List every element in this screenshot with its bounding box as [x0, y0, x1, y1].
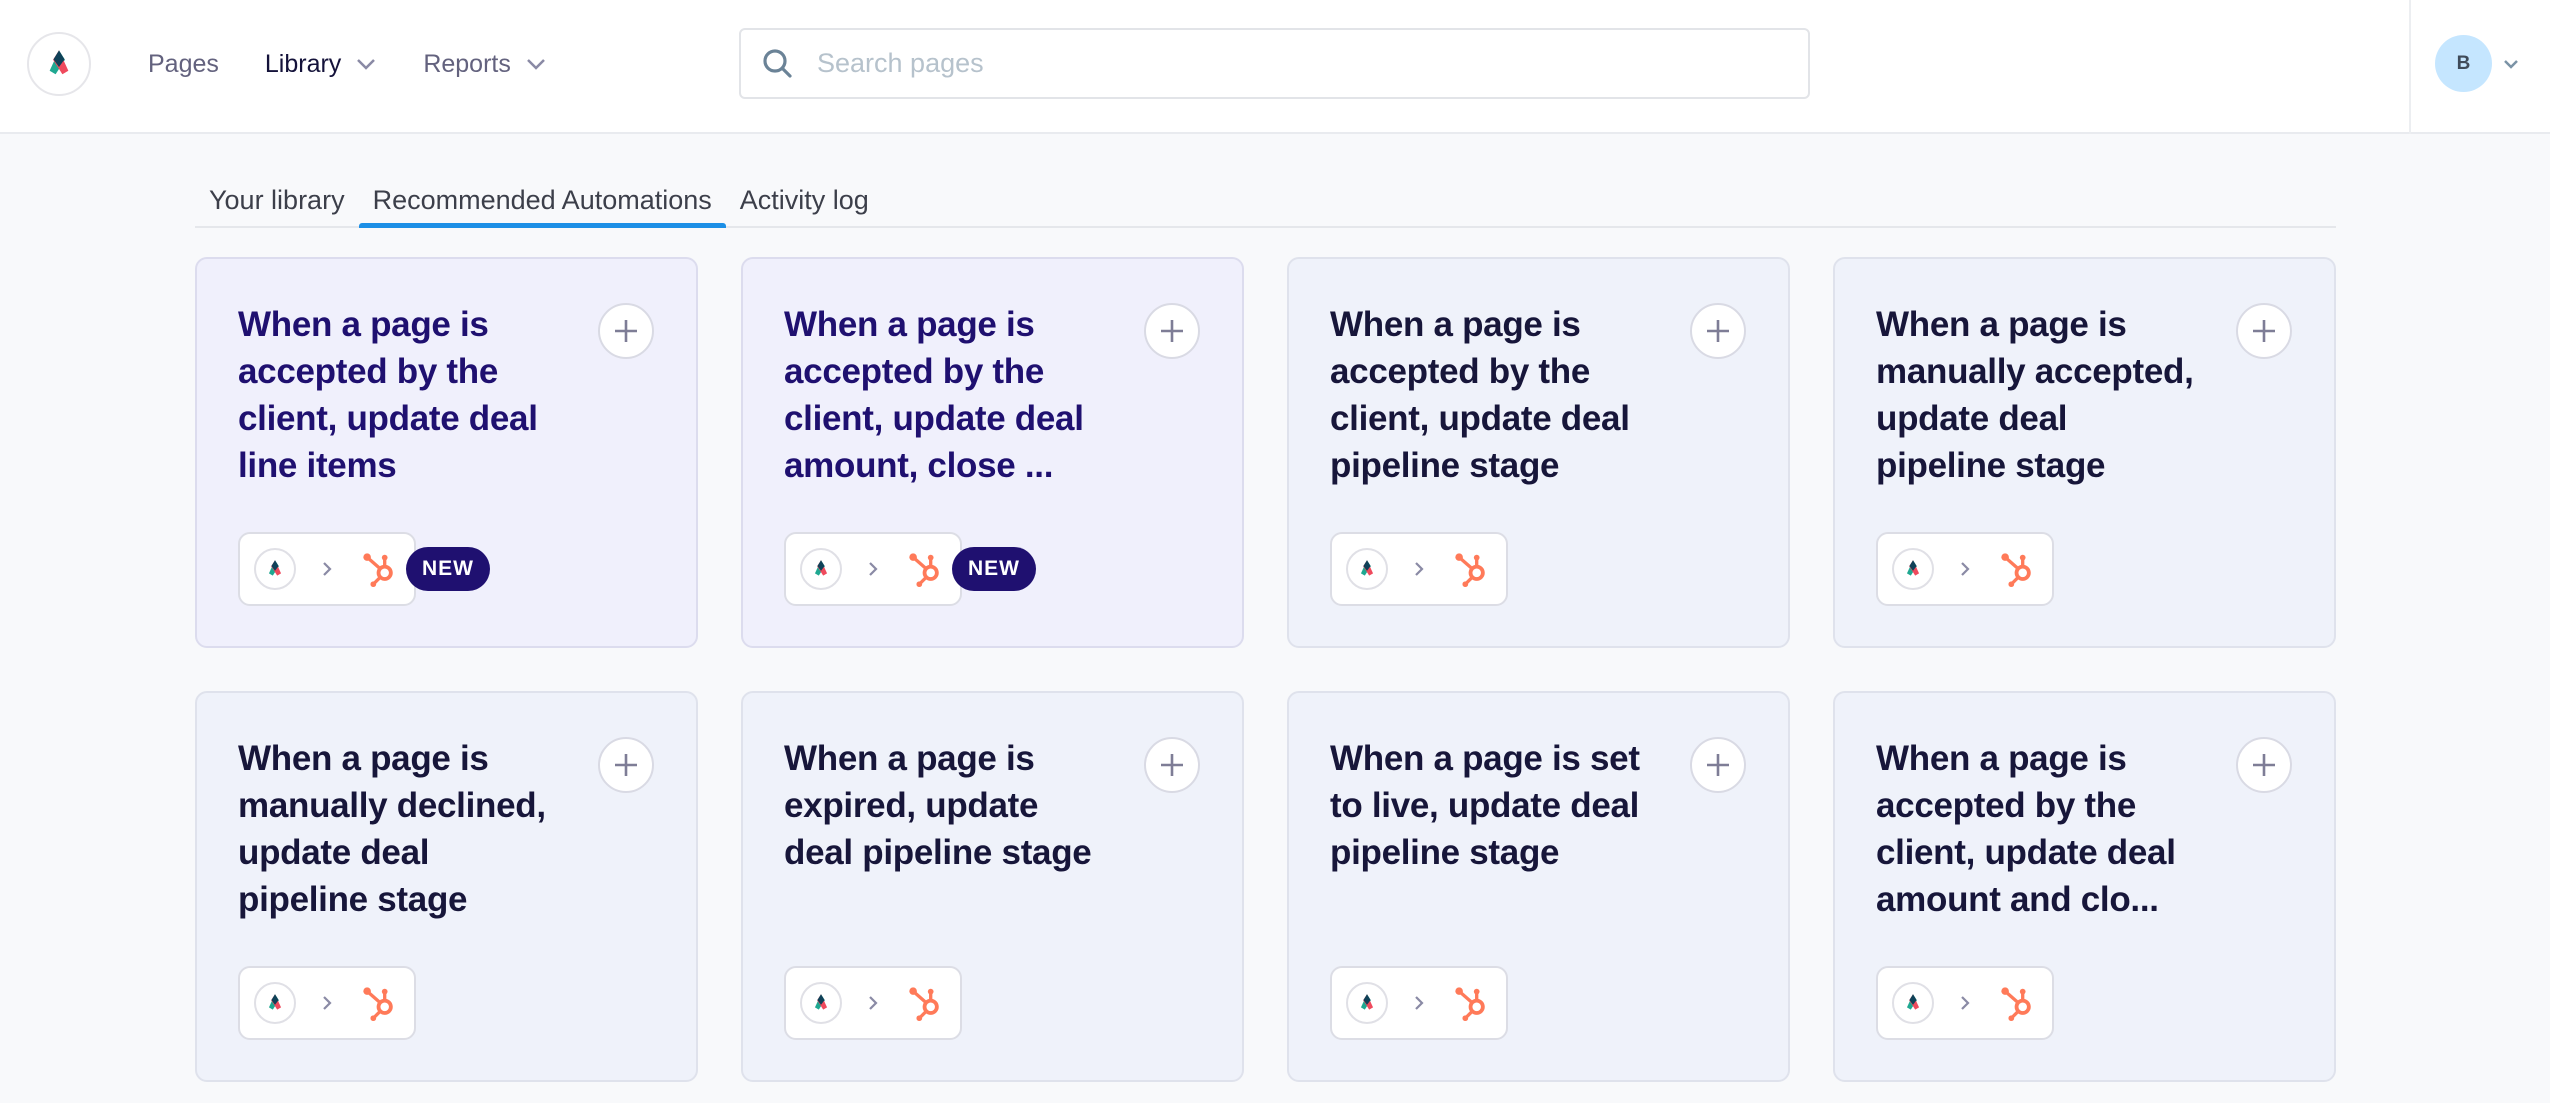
plus-icon	[1707, 320, 1729, 342]
automation-card[interactable]: When a page is manually declined, update…	[195, 691, 698, 1082]
integration-chip	[1330, 532, 1508, 606]
automation-card[interactable]: When a page is accepted by the client, u…	[1287, 257, 1790, 648]
add-automation-button[interactable]	[1144, 303, 1200, 359]
plus-icon	[615, 320, 637, 342]
app-logo-icon	[254, 548, 296, 590]
automation-card[interactable]: When a page is expired, update deal pipe…	[741, 691, 1244, 1082]
app-logo-icon	[1346, 548, 1388, 590]
add-automation-button[interactable]	[598, 303, 654, 359]
plus-icon	[2253, 754, 2275, 776]
nav-item-label: Pages	[148, 49, 219, 78]
automation-title: When a page is accepted by the client, u…	[1876, 739, 2176, 919]
automation-grid: When a page is accepted by the client, u…	[195, 257, 2336, 1082]
add-automation-button[interactable]	[598, 737, 654, 793]
integration-chip	[1876, 532, 2054, 606]
search-input[interactable]	[817, 48, 1717, 79]
plus-icon	[1161, 320, 1183, 342]
library-tabs: Your library Recommended Automations Act…	[195, 170, 2336, 228]
chevron-right-icon	[1415, 562, 1424, 576]
chevron-right-icon	[323, 562, 332, 576]
top-navigation-bar: Pages Library Reports B	[0, 0, 2550, 134]
search-bar	[739, 28, 1810, 99]
automation-title: When a page is set to live, update deal …	[1330, 739, 1640, 872]
integration-chip	[1330, 966, 1508, 1040]
plus-icon	[615, 754, 637, 776]
nav-item-label: Library	[264, 49, 342, 78]
integration-chip	[238, 532, 416, 606]
add-automation-button[interactable]	[1144, 737, 1200, 793]
automation-title: When a page is expired, update deal pipe…	[784, 739, 1092, 872]
tab-recommended-automations[interactable]: Recommended Automations	[358, 172, 726, 228]
integration-row: NEW	[238, 532, 490, 606]
nav-item-label: Reports	[423, 49, 511, 78]
main-nav: Pages Library Reports	[148, 44, 593, 84]
automation-card[interactable]: When a page is set to live, update deal …	[1287, 691, 1790, 1082]
automation-card[interactable]: When a page is accepted by the client, u…	[741, 257, 1244, 648]
chevron-down-icon	[526, 59, 545, 70]
automation-card[interactable]: When a page is accepted by the client, u…	[195, 257, 698, 648]
automation-title: When a page is manually accepted, update…	[1876, 305, 2194, 485]
integration-row	[1330, 966, 1508, 1040]
hubspot-icon	[1452, 549, 1490, 589]
integration-chip	[238, 966, 416, 1040]
automation-title: When a page is accepted by the client, u…	[238, 305, 538, 485]
tab-activity-log[interactable]: Activity log	[726, 172, 883, 228]
chevron-down-icon	[357, 59, 376, 70]
chevron-right-icon	[1961, 996, 1970, 1010]
header-divider	[2409, 0, 2411, 134]
add-automation-button[interactable]	[1690, 303, 1746, 359]
app-logo-icon	[1346, 982, 1388, 1024]
user-menu-button[interactable]: B	[2435, 35, 2520, 92]
nav-item-pages[interactable]: Pages	[148, 44, 219, 84]
hubspot-icon	[360, 983, 398, 1023]
automation-title: When a page is accepted by the client, u…	[1330, 305, 1630, 485]
integration-chip	[784, 966, 962, 1040]
chevron-right-icon	[323, 996, 332, 1010]
hubspot-icon	[360, 549, 398, 589]
integration-row: NEW	[784, 532, 1036, 606]
nav-item-library[interactable]: Library	[265, 44, 377, 84]
chevron-right-icon	[869, 996, 878, 1010]
hubspot-icon	[1998, 983, 2036, 1023]
chevron-right-icon	[1961, 562, 1970, 576]
add-automation-button[interactable]	[2236, 737, 2292, 793]
plus-icon	[2253, 320, 2275, 342]
integration-row	[784, 966, 962, 1040]
plus-icon	[1161, 754, 1183, 776]
app-logo-icon	[1892, 548, 1934, 590]
tab-your-library[interactable]: Your library	[195, 172, 359, 228]
search-icon	[763, 48, 792, 78]
app-logo-icon	[1892, 982, 1934, 1024]
chevron-right-icon	[1415, 996, 1424, 1010]
nav-item-reports[interactable]: Reports	[423, 44, 547, 84]
app-logo-icon	[800, 548, 842, 590]
app-logo-icon	[42, 47, 76, 81]
add-automation-button[interactable]	[1690, 737, 1746, 793]
plus-icon	[1707, 754, 1729, 776]
new-badge: NEW	[406, 547, 490, 591]
automation-card[interactable]: When a page is accepted by the client, u…	[1833, 691, 2336, 1082]
add-automation-button[interactable]	[2236, 303, 2292, 359]
hubspot-icon	[1998, 549, 2036, 589]
integration-row	[238, 966, 416, 1040]
user-avatar: B	[2435, 35, 2492, 92]
automation-title: When a page is accepted by the client, u…	[784, 305, 1084, 485]
chevron-down-icon	[2504, 59, 2518, 69]
app-logo-icon	[800, 982, 842, 1024]
hubspot-icon	[906, 983, 944, 1023]
hubspot-icon	[906, 549, 944, 589]
integration-chip	[1876, 966, 2054, 1040]
app-logo-button[interactable]	[27, 32, 91, 96]
new-badge: NEW	[952, 547, 1036, 591]
automation-title: When a page is manually declined, update…	[238, 739, 546, 919]
integration-row	[1330, 532, 1508, 606]
integration-chip	[784, 532, 962, 606]
integration-row	[1876, 966, 2054, 1040]
app-logo-icon	[254, 982, 296, 1024]
automation-card[interactable]: When a page is manually accepted, update…	[1833, 257, 2336, 648]
integration-row	[1876, 532, 2054, 606]
hubspot-icon	[1452, 983, 1490, 1023]
chevron-right-icon	[869, 562, 878, 576]
